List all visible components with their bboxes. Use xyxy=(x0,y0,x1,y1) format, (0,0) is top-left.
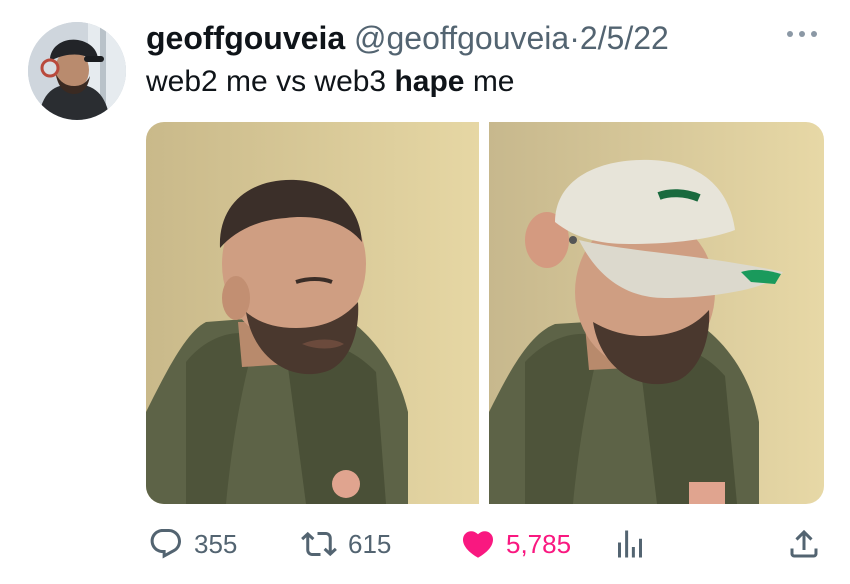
retweet-icon xyxy=(300,526,338,562)
heart-icon xyxy=(460,526,496,562)
tweet-media[interactable] xyxy=(146,122,824,504)
author-name[interactable]: geoffgouveia xyxy=(146,20,345,56)
like-count: 5,785 xyxy=(506,528,572,559)
retweet-count: 615 xyxy=(348,528,392,559)
analytics-icon xyxy=(612,526,648,562)
reply-count: 355 xyxy=(194,528,238,559)
tweet-date[interactable]: 2/5/22 xyxy=(580,20,669,56)
tweet-text-part: web2 me vs web3 xyxy=(146,65,395,98)
share-icon xyxy=(786,526,822,562)
tweet-text: web2 me vs web3 hape me xyxy=(146,62,515,102)
media-photo-right[interactable] xyxy=(489,122,824,504)
retweet-button[interactable]: 615 xyxy=(300,520,391,568)
tweet-actions: 355 615 5,785 xyxy=(0,520,850,568)
like-button[interactable]: 5,785 xyxy=(460,520,571,568)
media-photo-left[interactable] xyxy=(146,122,479,504)
author-handle[interactable]: @geoffgouveia xyxy=(354,20,569,56)
separator-dot: · xyxy=(569,20,580,56)
analytics-button[interactable] xyxy=(612,520,648,568)
tweet-text-bold: hape xyxy=(394,65,465,98)
reply-icon xyxy=(148,526,184,562)
reply-button[interactable]: 355 xyxy=(148,520,237,568)
tweet-header: geoffgouveia @geoffgouveia·2/5/22 xyxy=(146,18,669,58)
avatar[interactable] xyxy=(28,22,126,120)
more-icon[interactable] xyxy=(782,20,822,48)
tweet-text-part: me xyxy=(464,65,515,98)
share-button[interactable] xyxy=(786,520,822,568)
